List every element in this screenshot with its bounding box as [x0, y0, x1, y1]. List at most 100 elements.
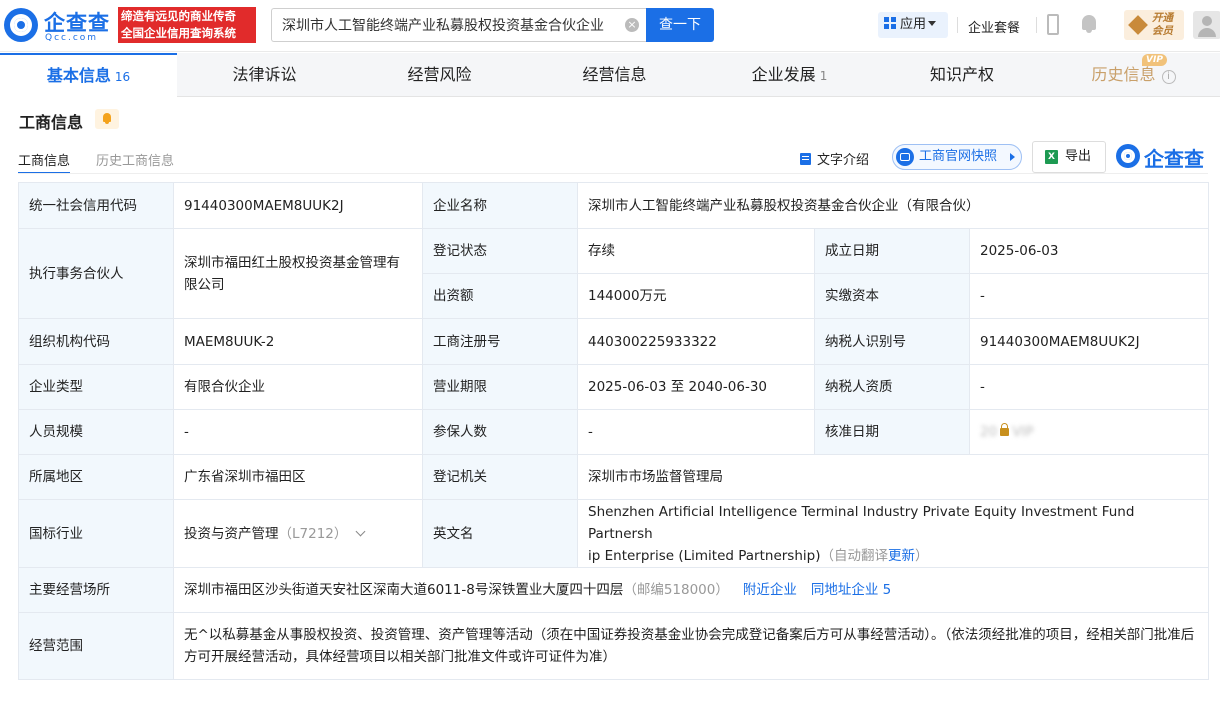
document-icon	[800, 153, 811, 165]
cell-label: 成立日期	[814, 228, 970, 274]
section-title: 工商信息	[19, 113, 84, 132]
cell-label: 工商注册号	[422, 318, 578, 365]
official-snapshot-button[interactable]: 工商官网快照	[892, 144, 1022, 170]
subtab-divider	[18, 173, 1208, 174]
company-name-value: 深圳市人工智能终端产业私募股权投资基金合伙企业（有限合伙）	[577, 182, 1209, 229]
table-row: 所属地区 广东省深圳市福田区 登记机关 深圳市市场监督管理局	[18, 454, 1209, 500]
slogan-line-1: 缔造有远见的商业传奇	[121, 9, 236, 23]
tab-history[interactable]: 历史信息 i	[1047, 53, 1220, 97]
nearby-companies-link[interactable]: 附近企业	[743, 582, 797, 598]
slogan-banner: 缔造有远见的商业传奇 全国企业信用查询系统	[118, 7, 256, 43]
tab-legal[interactable]: 法律诉讼	[177, 53, 352, 97]
enterprise-package-link[interactable]: 企业套餐	[968, 17, 1020, 36]
tab-ip[interactable]: 知识产权	[877, 53, 1047, 97]
tab-basic-info[interactable]: 基本信息 16	[0, 53, 177, 97]
subscribe-bell-icon[interactable]	[95, 109, 119, 129]
tax-id-value: 91440300MAEM8UUK2J	[969, 318, 1209, 365]
industry-cell[interactable]: 投资与资产管理（L7212）	[173, 499, 423, 568]
tab-count: 16	[114, 70, 131, 84]
reg-no-value: 440300225933322	[577, 318, 815, 365]
org-code-value: MAEM8UUK-2	[173, 318, 423, 365]
mobile-phone-icon[interactable]	[1047, 14, 1059, 35]
top-bar: 企查查 Qcc.com 缔造有远见的商业传奇 全国企业信用查询系统 × 查一下 …	[0, 0, 1220, 52]
info-icon[interactable]: i	[1161, 70, 1176, 84]
table-row: 人员规模 - 参保人数 - 核准日期 20 VIP	[18, 409, 1209, 455]
english-name-line-1: Shenzhen Artificial Intelligence Termina…	[588, 503, 1135, 542]
tab-operating-info[interactable]: 经营信息	[527, 53, 702, 97]
industry-code: （L7212）	[278, 525, 348, 542]
region-value: 广东省深圳市福田区	[173, 454, 423, 500]
header-divider	[957, 17, 958, 33]
cell-label: 出资额	[422, 273, 578, 319]
business-scope-value: 无^以私募基金从事股权投资、投资管理、资产管理等活动（须在中国证券投资基金业协会…	[173, 612, 1209, 680]
app-menu-button[interactable]: 应用	[878, 12, 948, 38]
cell-label: 纳税人资质	[814, 364, 970, 410]
tab-business-risk[interactable]: 经营风险	[352, 53, 527, 97]
snapshot-icon	[896, 148, 914, 166]
table-row: 组织机构代码 MAEM8UUK-2 工商注册号 440300225933322 …	[18, 318, 1209, 365]
same-address-companies-link[interactable]: 同地址企业 5	[811, 582, 891, 598]
term-value: 2025-06-03 至 2040-06-30	[577, 364, 815, 410]
lock-icon	[1000, 423, 1010, 436]
cell-label: 登记状态	[422, 228, 578, 274]
search-button[interactable]: 查一下	[646, 8, 714, 42]
vip-badge: VIP	[1142, 54, 1167, 66]
subtab-history-business-info[interactable]: 历史工商信息	[96, 150, 174, 174]
clear-search-icon[interactable]: ×	[625, 18, 639, 32]
table-row: 主要经营场所 深圳市福田区沙头街道天安社区深南大道6011-8号深铁置业大厦四十…	[18, 567, 1209, 613]
logo-subtext: Qcc.com	[45, 33, 99, 43]
cell-label: 统一社会信用代码	[18, 182, 174, 229]
header-divider	[1036, 17, 1037, 33]
search-box: ×	[271, 8, 647, 42]
site-logo[interactable]: 企查查 Qcc.com	[4, 6, 116, 44]
main-nav-tabs: 基本信息 16 法律诉讼 经营风险 经营信息 企业发展 1 知识产权 历史信息 i	[0, 53, 1220, 97]
address-cell: 深圳市福田区沙头街道天安社区深南大道6011-8号深铁置业大厦四十四层（邮编51…	[173, 567, 1209, 613]
export-button[interactable]: X 导出	[1032, 141, 1106, 173]
update-link[interactable]: 更新	[888, 548, 915, 564]
industry-value: 投资与资产管理	[184, 525, 279, 542]
slogan-line-2: 全国企业信用查询系统	[121, 26, 236, 40]
address-value: 深圳市福田区沙头街道天安社区深南大道6011-8号深铁置业大厦四十四层	[184, 582, 624, 598]
tab-count: 1	[819, 69, 828, 83]
status-value: 存续	[577, 228, 815, 274]
company-type-value: 有限合伙企业	[173, 364, 423, 410]
cell-label: 执行事务合伙人	[18, 228, 174, 319]
cell-label: 主要经营场所	[18, 567, 174, 613]
english-name-line-2: ip Enterprise (Limited Partnership)	[588, 547, 821, 564]
table-row: 统一社会信用代码 91440300MAEM8UUK2J 企业名称 深圳市人工智能…	[18, 182, 1209, 229]
tab-development[interactable]: 企业发展 1	[702, 53, 877, 97]
capital-value: 144000万元	[577, 273, 815, 319]
arrow-right-icon	[1010, 153, 1015, 161]
notification-bell-icon[interactable]	[1080, 14, 1098, 34]
table-row: 国标行业 投资与资产管理（L7212） 英文名 Shenzhen Artific…	[18, 499, 1209, 568]
staff-size-value: -	[173, 409, 423, 455]
subtab-business-info[interactable]: 工商信息	[18, 150, 71, 174]
cell-label: 组织机构代码	[18, 318, 174, 365]
search-input[interactable]	[282, 9, 612, 41]
found-date-value: 2025-06-03	[969, 228, 1209, 274]
logo-mark-icon	[4, 8, 38, 42]
cell-label: 英文名	[422, 499, 578, 568]
chevron-down-icon[interactable]	[355, 526, 366, 536]
open-membership-button[interactable]: 开通 会员	[1124, 10, 1184, 40]
text-intro-button[interactable]: 文字介绍	[800, 149, 869, 168]
cell-label: 参保人数	[422, 409, 578, 455]
cell-label: 核准日期	[814, 409, 970, 455]
approve-date-locked[interactable]: 20 VIP	[969, 409, 1209, 455]
cell-label: 实缴资本	[814, 273, 970, 319]
user-avatar[interactable]	[1193, 11, 1220, 39]
english-name-cell: Shenzhen Artificial Intelligence Termina…	[577, 499, 1209, 568]
cell-label: 经营范围	[18, 612, 174, 680]
blurred-value: 20	[980, 424, 998, 440]
cell-label: 营业期限	[422, 364, 578, 410]
app-grid-icon	[884, 17, 896, 29]
tax-qualification-value: -	[969, 364, 1209, 410]
paid-capital-value: -	[969, 273, 1209, 319]
cell-label: 人员规模	[18, 409, 174, 455]
cell-label: 所属地区	[18, 454, 174, 500]
blurred-vip: VIP	[1012, 424, 1034, 440]
logo-mark-icon	[1116, 144, 1140, 168]
executive-partner-link[interactable]: 深圳市福田红土股权投资基金管理有限公司	[173, 228, 423, 319]
app-menu-label: 应用	[900, 17, 927, 32]
authority-value: 深圳市市场监督管理局	[577, 454, 1209, 500]
